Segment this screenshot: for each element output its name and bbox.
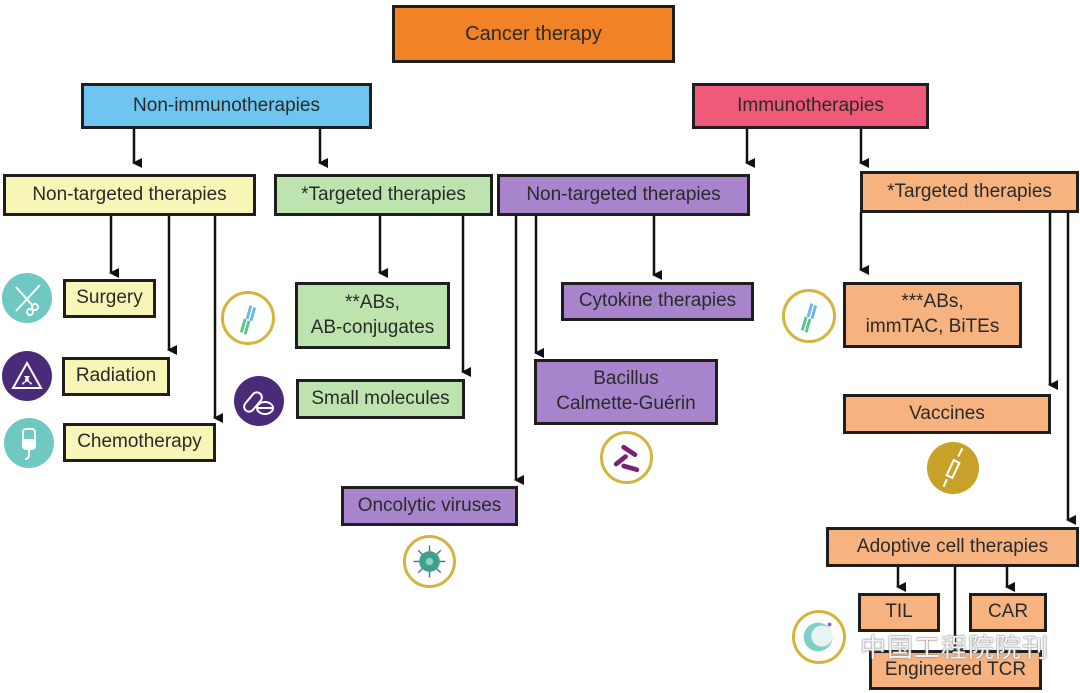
node-abs-conjugates: **ABs, AB-conjugates bbox=[295, 282, 450, 349]
node-label-line2: AB-conjugates bbox=[310, 316, 435, 338]
node-bcg: Bacillus Calmette-Guérin bbox=[534, 359, 718, 425]
node-label-line2: immTAC, BiTEs bbox=[865, 316, 1000, 337]
node-small-molecules: Small molecules bbox=[296, 379, 465, 419]
bacteria-icon bbox=[600, 431, 653, 484]
node-til: TIL bbox=[858, 593, 940, 632]
node-label: Vaccines bbox=[909, 402, 985, 424]
node-abs-immtac-bites: ***ABs, immTAC, BiTEs bbox=[843, 282, 1022, 348]
node-label-line2: Calmette-Guérin bbox=[556, 393, 696, 414]
node-label: Non-targeted therapies bbox=[32, 183, 227, 205]
node-adoptive-cell-therapies: Adoptive cell therapies bbox=[826, 527, 1079, 567]
node-chemotherapy: Chemotherapy bbox=[63, 423, 216, 462]
node-label: *Targeted therapies bbox=[301, 183, 466, 205]
node-label-line1: ***ABs, bbox=[901, 291, 964, 313]
node-label: Small molecules bbox=[311, 387, 450, 409]
node-label: Radiation bbox=[75, 365, 157, 387]
pills-icon bbox=[234, 376, 284, 426]
node-vaccines: Vaccines bbox=[843, 394, 1051, 434]
node-label: *Targeted therapies bbox=[887, 180, 1052, 202]
radiation-icon bbox=[2, 351, 52, 401]
node-label: Chemotherapy bbox=[77, 431, 202, 453]
node-oncolytic-viruses: Oncolytic viruses bbox=[341, 486, 518, 526]
node-label: Non-immunotherapies bbox=[133, 94, 320, 116]
node-label: Adoptive cell therapies bbox=[856, 535, 1049, 557]
node-cytokine-therapies: Cytokine therapies bbox=[561, 282, 754, 321]
iv-bag-icon bbox=[4, 418, 54, 468]
node-label: CAR bbox=[987, 601, 1029, 623]
node-targeted-non-immuno: *Targeted therapies bbox=[274, 174, 493, 216]
node-car: CAR bbox=[969, 593, 1047, 632]
node-label-line1: **ABs, bbox=[345, 291, 400, 313]
node-non-targeted-immuno: Non-targeted therapies bbox=[497, 174, 750, 216]
antibody-icon bbox=[782, 289, 836, 343]
node-label: TIL bbox=[885, 601, 913, 623]
node-radiation: Radiation bbox=[62, 357, 170, 396]
node-label: Oncolytic viruses bbox=[357, 494, 502, 516]
node-label: Surgery bbox=[76, 287, 143, 309]
node-label: Immunotherapies bbox=[737, 94, 884, 116]
watermark-text: 中国工程院院刊 bbox=[860, 634, 1050, 664]
t-cell-icon bbox=[792, 610, 846, 664]
node-immunotherapies: Immunotherapies bbox=[692, 83, 929, 129]
node-label: Cytokine therapies bbox=[578, 290, 737, 312]
root-cancer-therapy: Cancer therapy bbox=[392, 5, 675, 63]
antibody-icon bbox=[221, 291, 275, 345]
node-surgery: Surgery bbox=[63, 279, 156, 318]
node-label-line1: Bacillus bbox=[593, 368, 659, 390]
node-label: Non-targeted therapies bbox=[526, 183, 721, 205]
syringe-icon bbox=[927, 442, 979, 494]
scissors-icon bbox=[2, 273, 52, 323]
virus-icon bbox=[403, 535, 456, 588]
node-targeted-immuno: *Targeted therapies bbox=[860, 171, 1079, 213]
node-non-immunotherapies: Non-immunotherapies bbox=[81, 83, 372, 129]
root-label: Cancer therapy bbox=[465, 23, 602, 45]
node-non-targeted-non-immuno: Non-targeted therapies bbox=[3, 174, 256, 216]
